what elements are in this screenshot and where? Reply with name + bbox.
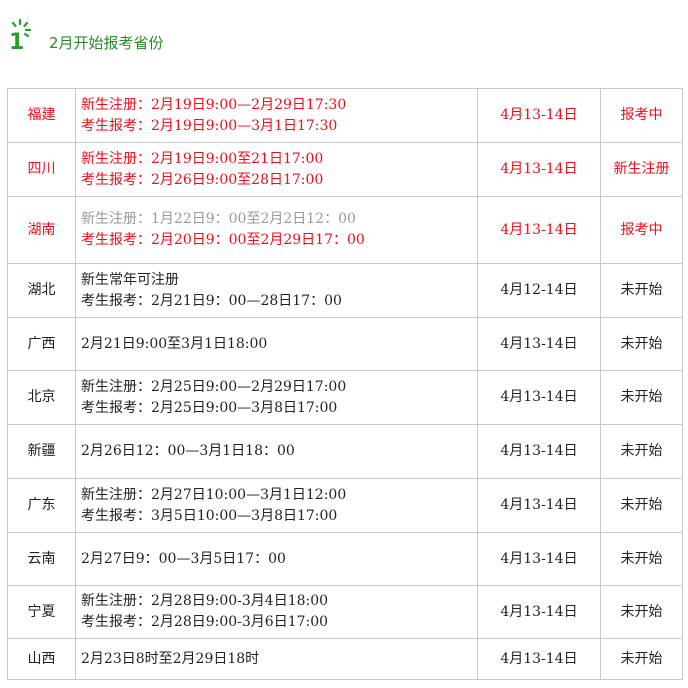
exam-date-cell: 4月13-14日	[477, 638, 601, 680]
status-cell: 未开始	[600, 317, 683, 371]
registration-time-cell: 2月23日8时至2月29日18时	[75, 638, 478, 680]
exam-date-cell: 4月13-14日	[477, 585, 601, 639]
section-title: 2月开始报考省份	[49, 34, 164, 52]
registration-time-line: 考生报考：2月19日9:00—3月1日17:30	[81, 117, 338, 134]
province-cell: 广西	[7, 317, 76, 371]
table-row: 山西 2月23日8时至2月29日18时 4月13-14日 未开始	[7, 638, 683, 680]
registration-time-line: 考生报考：2月21日9：00—28日17：00	[81, 292, 342, 309]
status-cell: 未开始	[600, 585, 683, 639]
status-cell: 报考中	[600, 196, 683, 264]
exam-date-cell: 4月13-14日	[477, 370, 601, 425]
status-cell: 新生注册	[600, 142, 683, 197]
registration-time-line: 考生报考：2月28日9:00-3月6日17:00	[81, 614, 329, 630]
status-cell: 未开始	[600, 370, 683, 425]
registration-time-line: 新生常年可注册	[81, 271, 179, 288]
province-cell: 福建	[7, 88, 76, 143]
table-row: 新疆 2月26日12：00—3月1日18：00 4月13-14日 未开始	[7, 424, 683, 479]
status-cell: 未开始	[600, 263, 683, 318]
registration-time-line: 新生注册：1月22日9：00至2月2日12：00	[81, 211, 356, 227]
status-cell: 未开始	[600, 478, 683, 533]
registration-time-line: 新生注册：2月19日9:00—2月29日17:30	[81, 96, 347, 113]
registration-time-line: 新生注册：2月27日10:00—3月1日12:00	[81, 486, 347, 503]
registration-time-line: 新生注册：2月19日9:00至21日17:00	[81, 150, 324, 167]
table-row: 湖北 新生常年可注册 考生报考：2月21日9：00—28日17：00 4月12-14日…	[7, 263, 683, 318]
province-cell: 云南	[7, 532, 76, 586]
registration-time-cell: 新生注册：1月22日9：00至2月2日12：00 考生报考：2月20日9：00至2…	[75, 196, 478, 264]
section-number-badge: 1	[7, 18, 37, 54]
registration-time-cell: 新生注册：2月25日9:00—2月29日17:00 考生报考：2月25日9:00—…	[75, 370, 478, 425]
registration-time-cell: 新生注册：2月27日10:00—3月1日12:00 考生报考：3月5日10:00—…	[75, 478, 478, 533]
table-row: 四川 新生注册：2月19日9:00至21日17:00 考生报考：2月26日9:00至…	[7, 142, 683, 197]
registration-time-line: 2月23日8时至2月29日18时	[81, 650, 260, 667]
registration-time-cell: 2月26日12：00—3月1日18：00	[75, 424, 478, 479]
status-cell: 未开始	[600, 424, 683, 479]
registration-time-line: 考生报考：3月5日10:00—3月8日17:00	[81, 507, 338, 524]
exam-date-cell: 4月12-14日	[477, 263, 601, 318]
registration-time-line: 考生报考：2月20日9：00至2月29日17：00	[81, 232, 365, 248]
table-row: 广东 新生注册：2月27日10:00—3月1日12:00 考生报考：3月5日10:0…	[7, 478, 683, 533]
exam-date-cell: 4月13-14日	[477, 532, 601, 586]
province-cell: 北京	[7, 370, 76, 425]
registration-time-cell: 新生常年可注册考生报考：2月21日9：00—28日17：00	[75, 263, 478, 318]
exam-date-cell: 4月13-14日	[477, 424, 601, 479]
registration-time-line: 新生注册：2月28日9:00-3月4日18:00	[81, 593, 329, 609]
province-cell: 湖北	[7, 263, 76, 318]
province-cell: 新疆	[7, 424, 76, 479]
status-cell: 未开始	[600, 532, 683, 586]
exam-date-cell: 4月13-14日	[477, 88, 601, 143]
table-row: 福建 新生注册：2月19日9:00—2月29日17:30 考生报考：2月19日9:0…	[7, 88, 683, 143]
registration-time-line: 2月27日9：00—3月5日17：00	[81, 550, 286, 567]
registration-time-cell: 2月27日9：00—3月5日17：00	[75, 532, 478, 586]
registration-schedule-table: 福建 新生注册：2月19日9:00—2月29日17:30 考生报考：2月19日9:0…	[7, 88, 683, 680]
exam-date-cell: 4月13-14日	[477, 196, 601, 264]
registration-time-cell: 新生注册：2月19日9:00至21日17:00 考生报考：2月26日9:00至28…	[75, 142, 478, 197]
exam-date-cell: 4月13-14日	[477, 478, 601, 533]
registration-time-line: 考生报考：2月25日9:00—3月8日17:00	[81, 399, 338, 416]
table-row: 宁夏 新生注册：2月28日9:00-3月4日18:00 考生报考：2月28日9:00…	[7, 585, 683, 639]
status-cell: 报考中	[600, 88, 683, 143]
status-cell: 未开始	[600, 638, 683, 680]
table-row: 云南 2月27日9：00—3月5日17：00 4月13-14日 未开始	[7, 532, 683, 586]
section-header: 1 2月开始报考省份	[7, 14, 164, 54]
registration-time-line: 考生报考：2月26日9:00至28日17:00	[81, 171, 324, 188]
exam-date-cell: 4月13-14日	[477, 317, 601, 371]
province-cell: 宁夏	[7, 585, 76, 639]
section-number: 1	[9, 30, 25, 55]
province-cell: 四川	[7, 142, 76, 197]
registration-time-line: 2月26日12：00—3月1日18：00	[81, 443, 295, 459]
registration-time-line: 新生注册：2月25日9:00—2月29日17:00	[81, 378, 347, 395]
table-row: 北京 新生注册：2月25日9:00—2月29日17:00 考生报考：2月25日9:0…	[7, 370, 683, 425]
province-cell: 山西	[7, 638, 76, 680]
registration-time-cell: 2月21日9:00至3月1日18:00	[75, 317, 478, 371]
province-cell: 湖南	[7, 196, 76, 264]
province-cell: 广东	[7, 478, 76, 533]
table-row: 广西 2月21日9:00至3月1日18:00 4月13-14日 未开始	[7, 317, 683, 371]
table-row: 湖南 新生注册：1月22日9：00至2月2日12：00 考生报考：2月20日9：00…	[7, 196, 683, 264]
exam-date-cell: 4月13-14日	[477, 142, 601, 197]
registration-time-cell: 新生注册：2月28日9:00-3月4日18:00 考生报考：2月28日9:00-3…	[75, 585, 478, 639]
registration-time-cell: 新生注册：2月19日9:00—2月29日17:30 考生报考：2月19日9:00—…	[75, 88, 478, 143]
registration-time-line: 2月21日9:00至3月1日18:00	[81, 335, 268, 352]
